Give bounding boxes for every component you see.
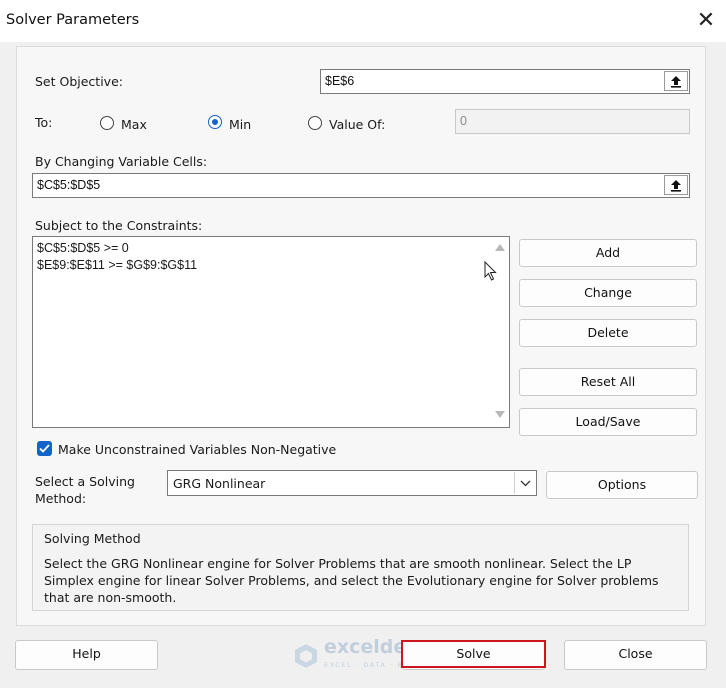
solving-method-select[interactable]: GRG Nonlinear xyxy=(167,470,537,496)
changing-cells-label: By Changing Variable Cells: xyxy=(35,154,208,169)
collapse-objective-button[interactable] xyxy=(664,71,688,91)
list-item[interactable]: $E$9:$E$11 >= $G$9:$G$11 xyxy=(37,258,197,272)
radio-max-label: Max xyxy=(121,117,147,132)
options-button[interactable]: Options xyxy=(546,471,698,499)
set-objective-label: Set Objective: xyxy=(35,74,123,89)
collapse-changing-button[interactable] xyxy=(664,175,688,195)
nonneg-label: Make Unconstrained Variables Non-Negativ… xyxy=(58,442,337,457)
arrow-up-icon xyxy=(671,179,681,192)
radio-min-label: Min xyxy=(229,117,252,132)
changing-cells-input[interactable]: $C$5:$D$5 xyxy=(32,173,690,198)
delete-button[interactable]: Delete xyxy=(519,319,697,347)
method-label-line1: Select a Solving xyxy=(35,474,135,489)
help-button[interactable]: Help xyxy=(15,640,158,670)
solving-method-description: Select the GRG Nonlinear engine for Solv… xyxy=(44,556,659,605)
constraints-label: Subject to the Constraints: xyxy=(35,218,203,233)
watermark-logo-icon xyxy=(295,644,317,668)
radio-min[interactable] xyxy=(208,115,222,129)
close-icon[interactable]: ✕ xyxy=(693,8,719,34)
radio-value-of-label: Value Of: xyxy=(329,117,386,132)
scroll-up-icon[interactable] xyxy=(495,243,505,251)
arrow-up-icon xyxy=(671,75,681,88)
change-button[interactable]: Change xyxy=(519,279,697,307)
to-label: To: xyxy=(35,115,53,130)
solving-method-group: Solving Method Select the GRG Nonlinear … xyxy=(32,524,689,611)
set-objective-input[interactable]: $E$6 xyxy=(320,69,690,94)
mouse-cursor-icon xyxy=(484,261,497,281)
reset-all-button[interactable]: Reset All xyxy=(519,368,697,396)
list-item[interactable]: $C$5:$D$5 >= 0 xyxy=(37,241,129,255)
close-button[interactable]: Close xyxy=(564,640,707,670)
radio-value-of[interactable] xyxy=(308,116,322,130)
solving-method-title: Solving Method xyxy=(44,531,141,546)
nonneg-checkbox[interactable] xyxy=(37,441,52,456)
chevron-down-icon[interactable] xyxy=(514,472,535,494)
scroll-down-icon[interactable] xyxy=(495,411,505,419)
checkmark-icon xyxy=(39,444,50,453)
solve-button[interactable]: Solve xyxy=(402,640,545,670)
window-title: Solver Parameters xyxy=(6,12,140,28)
method-label-line2: Method: xyxy=(35,491,87,506)
constraints-list[interactable]: $C$5:$D$5 >= 0 $E$9:$E$11 >= $G$9:$G$11 xyxy=(32,236,510,428)
add-button[interactable]: Add xyxy=(519,239,697,267)
load-save-button[interactable]: Load/Save xyxy=(519,408,697,436)
radio-max[interactable] xyxy=(100,116,114,130)
solving-method-value: GRG Nonlinear xyxy=(173,476,266,491)
value-of-input[interactable]: 0 xyxy=(455,109,690,134)
